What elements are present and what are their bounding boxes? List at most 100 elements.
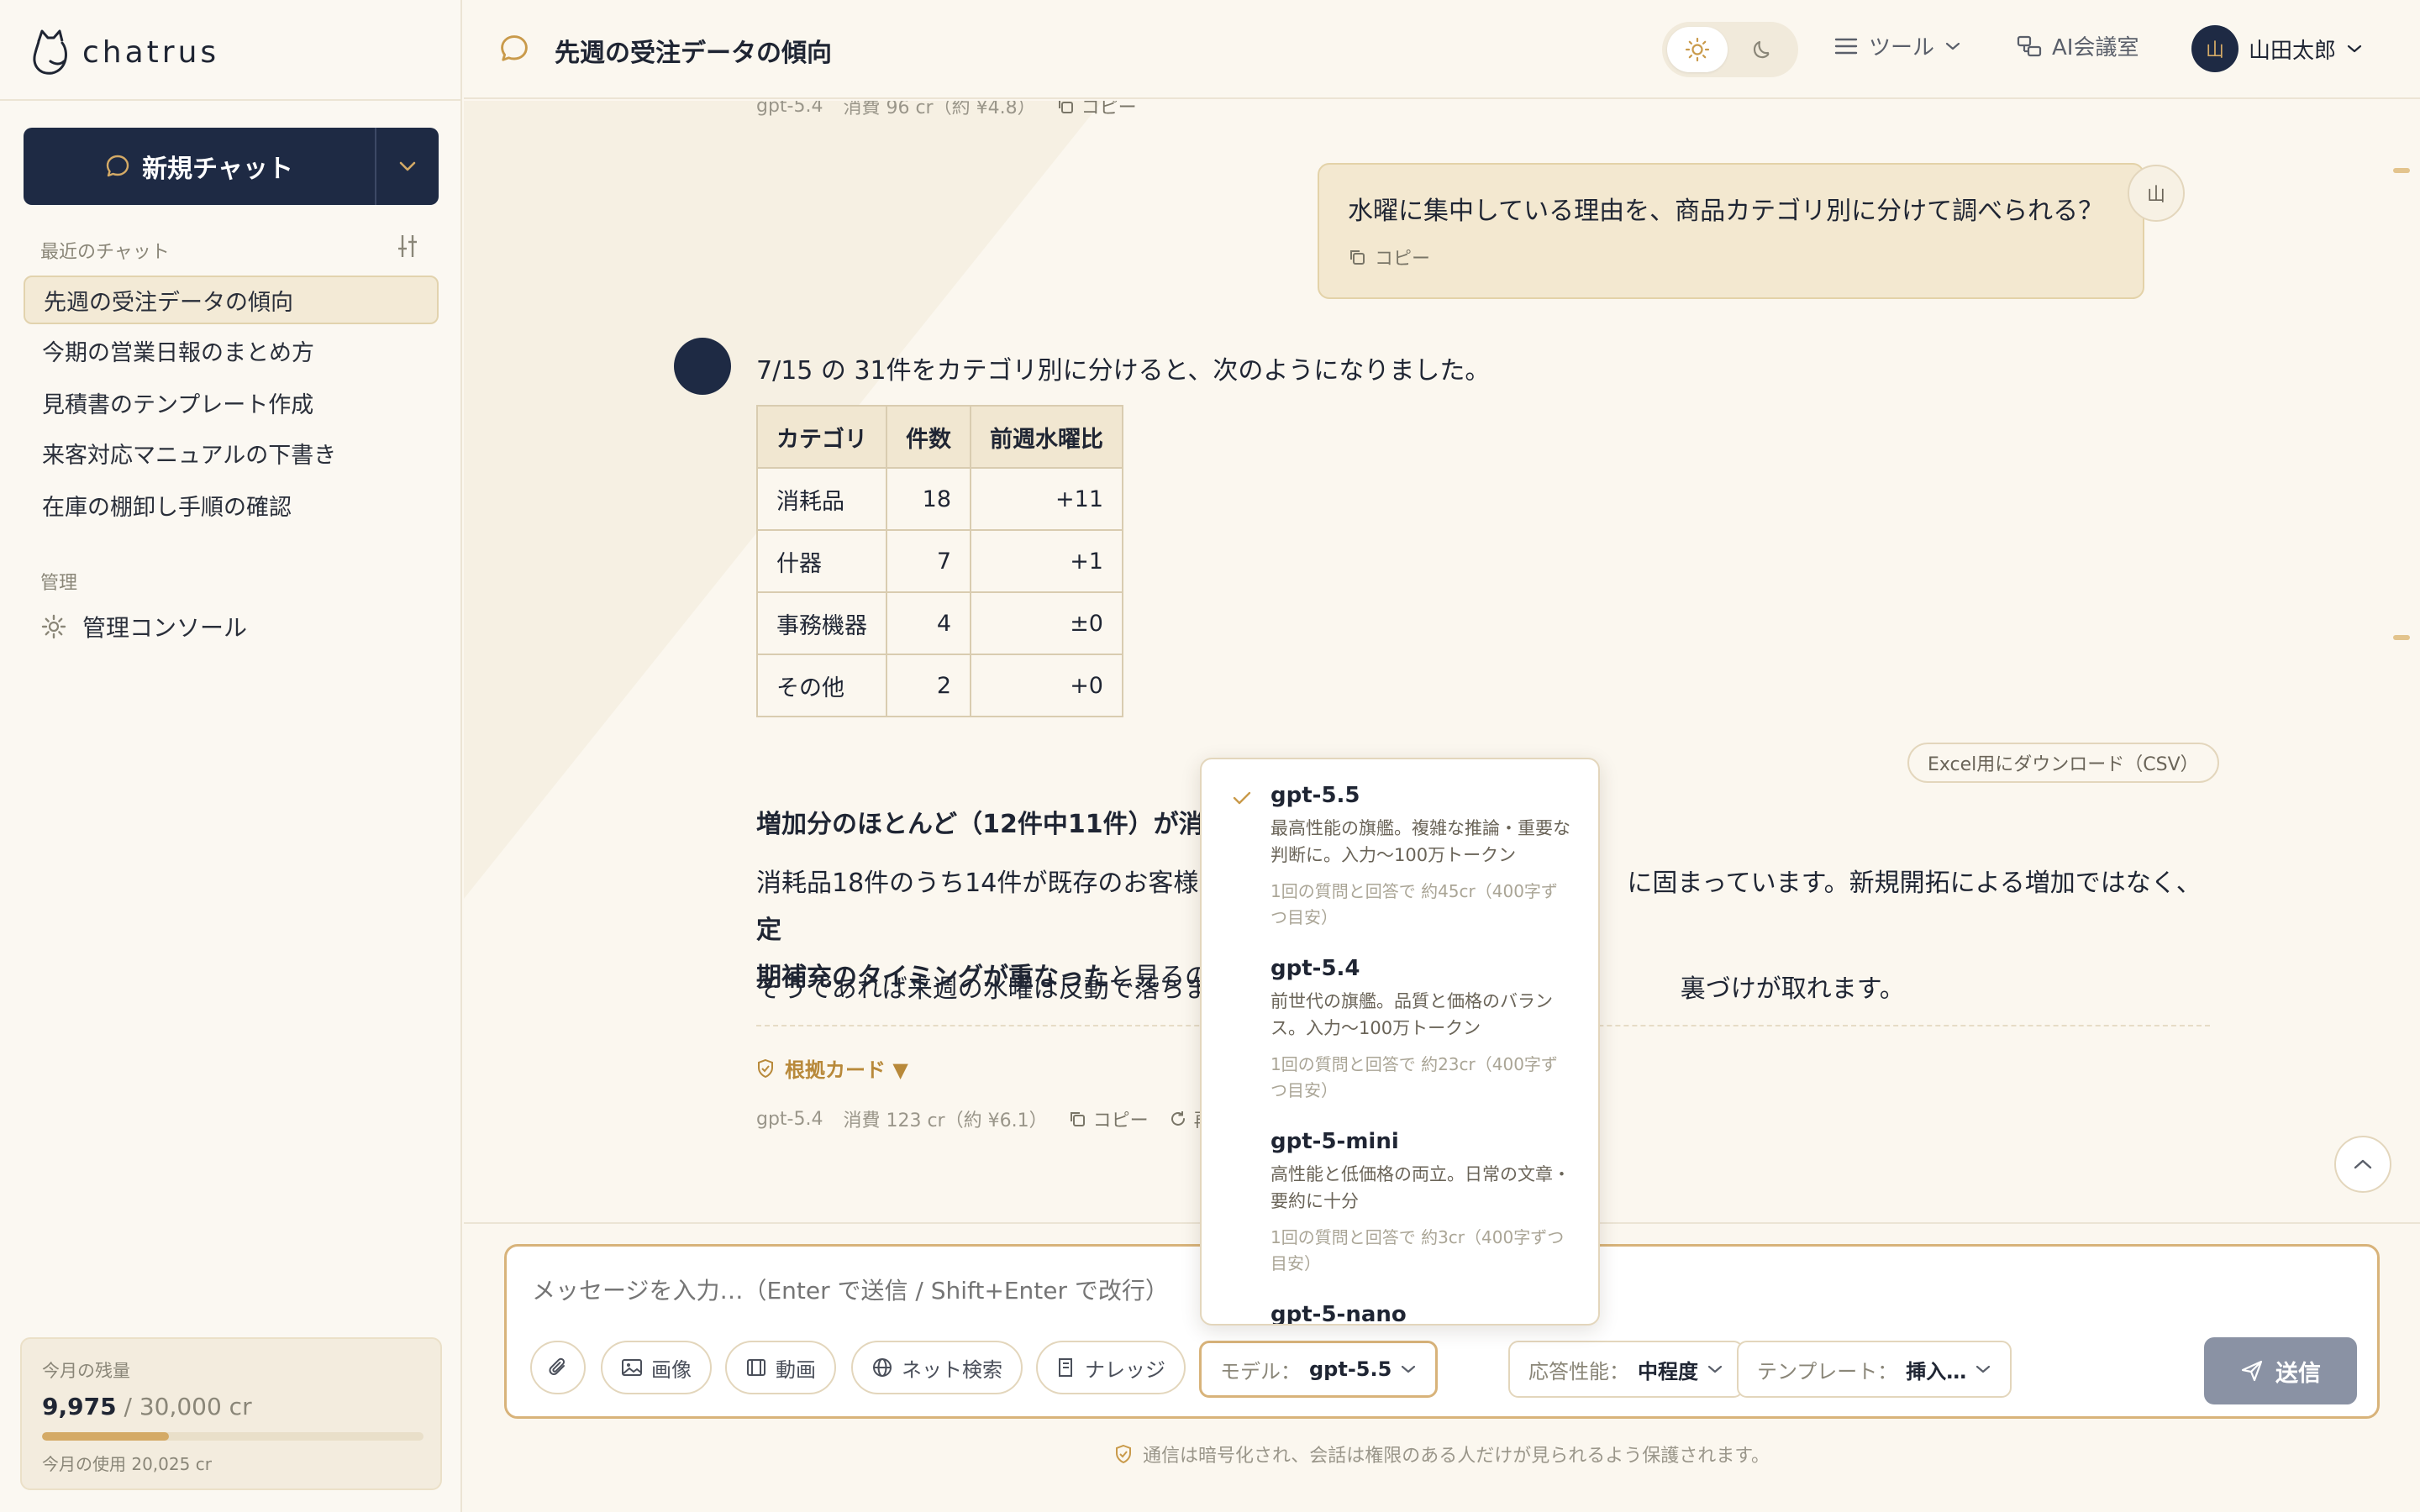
chat-item[interactable]: 来客対応マニュアルの下書き (24, 428, 439, 477)
avatar: 山 (2191, 25, 2238, 72)
template-select-label: テンプレート： (1757, 1359, 1898, 1383)
chat-item-label: 在庫の棚卸し手順の確認 (42, 494, 292, 521)
new-chat-options-button[interactable] (376, 128, 439, 205)
chat-item-label: 見積書のテンプレート作成 (42, 391, 314, 418)
table-row: その他 2 +0 (756, 654, 1123, 717)
filter-sliders-icon[interactable] (397, 234, 418, 259)
light-mode-button[interactable] (1667, 27, 1728, 72)
model-option-cost: 1回の質問と回答で 約3cr（400字ずつ目安） (1270, 1227, 1565, 1273)
knowledge-label: ナレッジ (1085, 1357, 1165, 1382)
top-header: 先週の受注データの傾向 ツール AI会議室 山 山田太郎 (464, 0, 2420, 99)
paragraph-text: 消耗品18件のうち14件が既存のお客様からの (756, 869, 1275, 898)
web-search-label: ネット検索 (902, 1357, 1002, 1382)
brand[interactable]: chatrus (30, 25, 219, 79)
copy-button[interactable]: コピー (1068, 1105, 1149, 1132)
table-cell: ±0 (970, 591, 1123, 655)
refresh-icon (1171, 1111, 1185, 1126)
ai-council-button[interactable]: AI会議室 (2017, 30, 2139, 61)
dark-mode-button[interactable] (1733, 27, 1793, 72)
template-select[interactable]: テンプレート： 挿入… (1737, 1341, 2012, 1398)
model-select[interactable]: モデル： gpt-5.5 (1199, 1341, 1439, 1398)
copy-label: コピー (1092, 1110, 1149, 1131)
table-row: 什器 7 +1 (756, 529, 1123, 593)
chat-item-label: 今期の営業日報のまとめ方 (42, 339, 314, 366)
copy-button[interactable]: コピー (1056, 101, 1137, 119)
new-chat-button[interactable]: 新規チャット (24, 128, 375, 205)
model-option[interactable]: gpt-5.4 前世代の旗艦。品質と価格のバランス。入力〜100万トークン 1回… (1202, 956, 1598, 1104)
shield-check-icon (758, 1058, 773, 1078)
security-note-text: 通信は暗号化され、会話は権限のある人だけが見られるよう保護されます。 (1142, 1446, 1770, 1467)
usage-total: / 30,000 cr (116, 1393, 252, 1420)
new-chat-label: 新規チャット (142, 155, 293, 184)
council-icon (2017, 35, 2042, 56)
model-option[interactable]: gpt-5-mini 高性能と低価格の両立。日常の文章・要約に十分 1回の質問と… (1202, 1129, 1598, 1277)
model-option-name: gpt-5.5 (1270, 783, 1360, 808)
image-icon (622, 1359, 642, 1376)
scroll-marker[interactable] (2393, 635, 2410, 640)
attach-file-button[interactable] (530, 1341, 586, 1394)
table-row: 消耗品 18 +11 (756, 467, 1123, 531)
admin-console-link[interactable]: 管理コンソール (40, 610, 247, 643)
chat-item[interactable]: 今期の営業日報のまとめ方 (24, 326, 439, 375)
security-note: 通信は暗号化され、会話は権限のある人だけが見られるよう保護されます。 (464, 1441, 2420, 1467)
cost-tag: 消費 96 cr（約 ¥4.8） (843, 101, 1036, 118)
copy-icon (1058, 101, 1073, 113)
copy-label: コピー (1081, 101, 1137, 118)
knowledge-button[interactable]: ナレッジ (1036, 1341, 1186, 1394)
paperclip-icon (549, 1357, 566, 1375)
assistant-intro-text: 7/15 の 31件をカテゴリ別に分けると、次のようになりました。 (756, 356, 1491, 386)
prev-message-meta: gpt-5.4 消費 96 cr（約 ¥4.8） コピー (756, 101, 1137, 119)
table-header-row: カテゴリ 件数 前週水曜比 (756, 405, 1123, 469)
film-icon (747, 1359, 765, 1376)
chat-item[interactable]: 見積書のテンプレート作成 (24, 378, 439, 427)
cat-logo-icon (33, 29, 67, 75)
model-option[interactable]: gpt-5-nano (1202, 1302, 1598, 1324)
chevron-down-icon (1976, 1365, 1991, 1373)
evidence-card-toggle[interactable]: 根拠カード ▼ (756, 1053, 908, 1083)
paper-plane-icon (2241, 1360, 2263, 1382)
send-button[interactable]: 送信 (2204, 1337, 2357, 1404)
web-search-button[interactable]: ネット検索 (851, 1341, 1023, 1394)
scroll-to-top-button[interactable] (2334, 1136, 2391, 1193)
shield-check-icon (1115, 1444, 1131, 1464)
copy-label: コピー (1375, 249, 1431, 270)
chevron-down-icon (399, 161, 416, 171)
gear-icon (41, 614, 66, 639)
chat-bubble-icon (501, 35, 528, 61)
menu-lines-icon (1834, 38, 1858, 54)
usage-card: 今月の残量 9,975 / 30,000 cr 今月の使用 20,025 cr (20, 1337, 442, 1490)
paragraph-text: そうであれば来週の水曜は反動で落ちま (756, 974, 1210, 1004)
image-button[interactable]: 画像 (601, 1341, 712, 1394)
paragraph-text: 裏づけが取れます。 (1680, 974, 1905, 1004)
csv-download-button[interactable]: Excel用にダウンロード（CSV） (1907, 743, 2219, 783)
table-cell: 2 (886, 654, 971, 717)
model-option-description: 高性能と低価格の両立。日常の文章・要約に十分 (1270, 1164, 1570, 1211)
model-option-selected[interactable]: gpt-5.5 最高性能の旗艦。複雑な推論・重要な判断に。入力〜100万トークン… (1202, 783, 1598, 931)
brand-name: chatrus (82, 34, 220, 70)
scroll-marker[interactable] (2393, 168, 2410, 173)
table-cell: 什器 (756, 529, 887, 593)
paragraph-text: に固まっています。新規開拓による増加ではなく、 (1627, 869, 2202, 898)
chat-item-active[interactable]: 先週の受注データの傾向 (24, 276, 439, 324)
model-option-description: 前世代の旗艦。品質と価格のバランス。入力〜100万トークン (1270, 991, 1553, 1038)
model-select-label: モデル： (1220, 1359, 1301, 1383)
table-row: 事務機器 4 ±0 (756, 591, 1123, 655)
assistant-avatar (674, 338, 731, 395)
new-chat-button-group: 新規チャット (24, 128, 439, 205)
table-cell: 18 (886, 467, 971, 531)
chevron-down-icon (1707, 1365, 1723, 1373)
chat-item[interactable]: 在庫の棚卸し手順の確認 (24, 480, 439, 529)
user-menu-button[interactable]: 山 山田太郎 (2191, 25, 2363, 72)
video-button[interactable]: 動画 (725, 1341, 836, 1394)
image-label: 画像 (651, 1357, 692, 1382)
performance-select[interactable]: 応答性能： 中程度 (1508, 1341, 1744, 1398)
usage-progress-fill (42, 1432, 169, 1441)
user-message-text: 水曜に集中している理由を、商品カテゴリ別に分けて調べられる？ (1348, 197, 2104, 226)
copy-button[interactable]: コピー (1348, 244, 2114, 270)
tools-menu-button[interactable]: ツール (1833, 30, 1961, 61)
chevron-down-icon (1945, 42, 1960, 50)
checkmark-icon (1233, 791, 1251, 805)
performance-select-value: 中程度 (1638, 1359, 1698, 1383)
model-select-value: gpt-5.5 (1309, 1357, 1392, 1381)
sidebar-divider (0, 99, 462, 101)
